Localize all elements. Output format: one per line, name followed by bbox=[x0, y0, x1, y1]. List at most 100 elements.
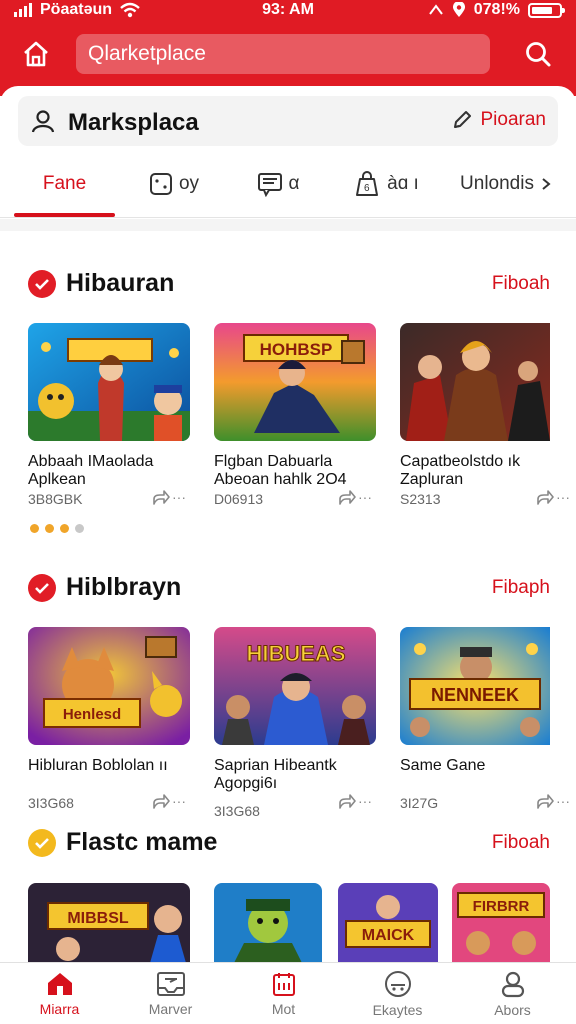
tab-label: α bbox=[288, 173, 300, 194]
section-header: Flastc mame Fiboah bbox=[28, 826, 550, 860]
section-more-link[interactable]: Fiboah bbox=[492, 273, 550, 295]
share-icon bbox=[339, 490, 356, 505]
category-tabs: Fane oy α 6 àɑ ı Unlondis bbox=[0, 152, 576, 218]
pencil-icon bbox=[453, 111, 471, 128]
user-icon bbox=[31, 110, 55, 133]
game-thumbnail: HOHBSP bbox=[214, 323, 376, 441]
game-card[interactable] bbox=[214, 883, 322, 963]
marketplace-bar[interactable]: Marksplaca Pioaran bbox=[18, 96, 558, 146]
share-button[interactable]: ··· bbox=[152, 792, 186, 810]
game-thumbnail: Henlesd bbox=[28, 627, 190, 745]
nav-item-profile[interactable]: Abors bbox=[455, 963, 570, 1024]
location-icon bbox=[452, 2, 465, 17]
thumbnail-text: MAICK bbox=[362, 927, 415, 944]
edit-action-label: Pioaran bbox=[480, 109, 547, 130]
section-title: Flastc mame bbox=[66, 828, 218, 856]
game-title: Capatbeolstdo ık Zapluran bbox=[400, 453, 521, 488]
share-icon bbox=[537, 794, 554, 809]
game-thumbnail: MAICK bbox=[338, 883, 438, 963]
carousel-dot bbox=[45, 524, 54, 533]
tab-chat[interactable]: α bbox=[232, 152, 324, 216]
game-thumbnail: MIBBSL bbox=[28, 883, 190, 963]
more-icon: ··· bbox=[556, 489, 570, 505]
user-icon bbox=[501, 971, 524, 998]
game-thumbnail: FIRBRR bbox=[452, 883, 550, 963]
thumbnail-text: MIBBSL bbox=[67, 910, 129, 927]
game-card[interactable]: MAICK bbox=[338, 883, 438, 963]
share-button[interactable]: ··· bbox=[536, 792, 570, 810]
section-more-link[interactable]: Fiboah bbox=[492, 832, 550, 854]
thumbnail-text: HOHBSP bbox=[260, 340, 333, 359]
nav-label: Mot bbox=[271, 1001, 296, 1017]
battery-icon bbox=[528, 2, 565, 18]
tab-dice[interactable]: oy bbox=[128, 152, 220, 216]
search-button[interactable] bbox=[518, 36, 558, 72]
share-button[interactable]: ··· bbox=[152, 488, 186, 506]
check-badge-icon bbox=[28, 829, 56, 857]
status-bar: Pöaatəun 93: AM 078!% bbox=[0, 0, 576, 22]
game-thumbnail bbox=[214, 883, 322, 963]
thumbnail-text: Henlesd bbox=[63, 706, 121, 723]
tab-fane[interactable]: Fane bbox=[14, 152, 115, 216]
orders-icon bbox=[272, 973, 295, 996]
thumbnail-text: NENNEEK bbox=[431, 685, 519, 705]
home-button[interactable] bbox=[16, 36, 56, 72]
nav-label: Marver bbox=[148, 1001, 193, 1017]
game-card[interactable]: MIBBSL bbox=[28, 883, 190, 963]
carousel-dot bbox=[60, 524, 69, 533]
battery-level bbox=[532, 6, 553, 14]
tab-label: Unlondis bbox=[460, 173, 534, 194]
game-meta: 3B8GBK bbox=[28, 491, 83, 507]
check-badge-icon bbox=[28, 574, 56, 602]
nav-label: Abors bbox=[494, 1002, 531, 1018]
section-title: Hiblbrayn bbox=[66, 573, 182, 601]
bag-icon: 6 bbox=[356, 171, 379, 196]
section-header: Hiblbrayn Fibaph bbox=[28, 571, 550, 605]
bottom-navigation: Miarra Marver Mot Ekaytes Abors bbox=[0, 962, 576, 1024]
section-divider bbox=[0, 219, 576, 231]
nav-item-home[interactable]: Miarra bbox=[2, 963, 117, 1024]
tab-more[interactable]: Unlondis bbox=[450, 152, 562, 216]
section-title: Hibauran bbox=[66, 269, 175, 297]
search-icon bbox=[526, 42, 551, 67]
tab-label: Fane bbox=[42, 173, 87, 194]
marketplace-search-field[interactable] bbox=[76, 34, 490, 74]
game-meta: S2313 bbox=[400, 491, 441, 507]
game-title: Same Gane bbox=[400, 757, 486, 774]
more-icon: ··· bbox=[172, 489, 186, 505]
chat-icon bbox=[257, 173, 282, 197]
svg-text:6: 6 bbox=[364, 183, 370, 194]
more-icon: ··· bbox=[358, 489, 372, 505]
tab-bag[interactable]: 6 àɑ ı bbox=[336, 152, 436, 216]
tab-label: àɑ ı bbox=[387, 173, 419, 194]
share-button[interactable]: ··· bbox=[338, 488, 372, 506]
game-title: Saprian Hibeantk Agopgi6ı bbox=[214, 757, 337, 792]
game-thumbnail bbox=[28, 323, 190, 441]
game-title: Abbaah IMaolada Aplkean bbox=[28, 453, 154, 488]
share-button[interactable]: ··· bbox=[536, 488, 570, 506]
nav-item-games[interactable]: Ekaytes bbox=[340, 963, 455, 1024]
marketplace-title: Marksplaca bbox=[68, 109, 199, 136]
game-thumbnail: HIBUEAS bbox=[214, 627, 376, 745]
nav-item-orders[interactable]: Mot bbox=[226, 963, 341, 1024]
active-tab-indicator bbox=[14, 213, 115, 217]
share-icon bbox=[339, 794, 356, 809]
game-card[interactable]: FIRBRR bbox=[452, 883, 550, 963]
section-header: Hibauran Fiboah bbox=[28, 267, 550, 301]
carousel-dots bbox=[30, 524, 84, 533]
marketplace-search-input[interactable] bbox=[88, 42, 490, 66]
more-icon: ··· bbox=[358, 793, 372, 809]
alarm-icon bbox=[428, 4, 443, 15]
dice-icon bbox=[149, 173, 172, 195]
share-button[interactable]: ··· bbox=[338, 792, 372, 810]
edit-action-button[interactable]: Pioaran bbox=[451, 109, 547, 131]
share-icon bbox=[153, 794, 170, 809]
tab-label: oy bbox=[178, 173, 200, 194]
game-title: Hibluran Boblolan ıı bbox=[28, 757, 168, 774]
check-badge-icon bbox=[28, 270, 56, 298]
carousel-dot bbox=[30, 524, 39, 533]
nav-label: Miarra bbox=[39, 1001, 80, 1017]
nav-item-inbox[interactable]: Marver bbox=[113, 963, 228, 1024]
section-more-link[interactable]: Fibaph bbox=[492, 577, 550, 599]
thumbnail-text: HIBUEAS bbox=[246, 641, 345, 666]
